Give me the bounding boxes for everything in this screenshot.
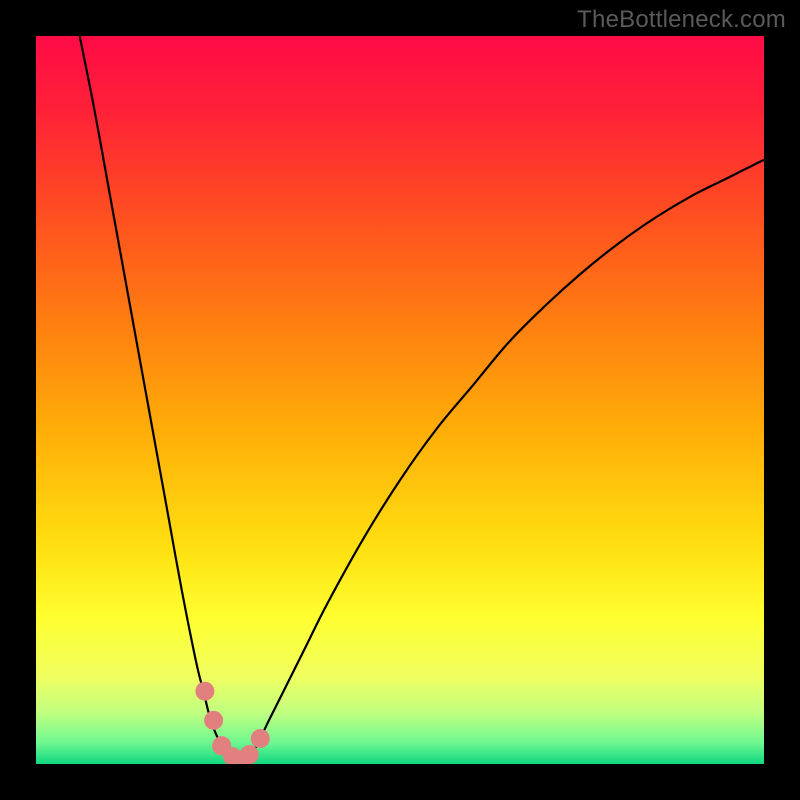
watermark-text: TheBottleneck.com <box>577 6 786 34</box>
data-marker <box>204 711 223 730</box>
gradient-background <box>36 36 764 764</box>
chart-svg <box>36 36 764 764</box>
data-marker <box>195 682 214 701</box>
data-marker <box>251 729 270 748</box>
plot-area <box>36 36 764 764</box>
data-marker <box>240 745 259 764</box>
chart-frame: TheBottleneck.com <box>0 0 800 800</box>
